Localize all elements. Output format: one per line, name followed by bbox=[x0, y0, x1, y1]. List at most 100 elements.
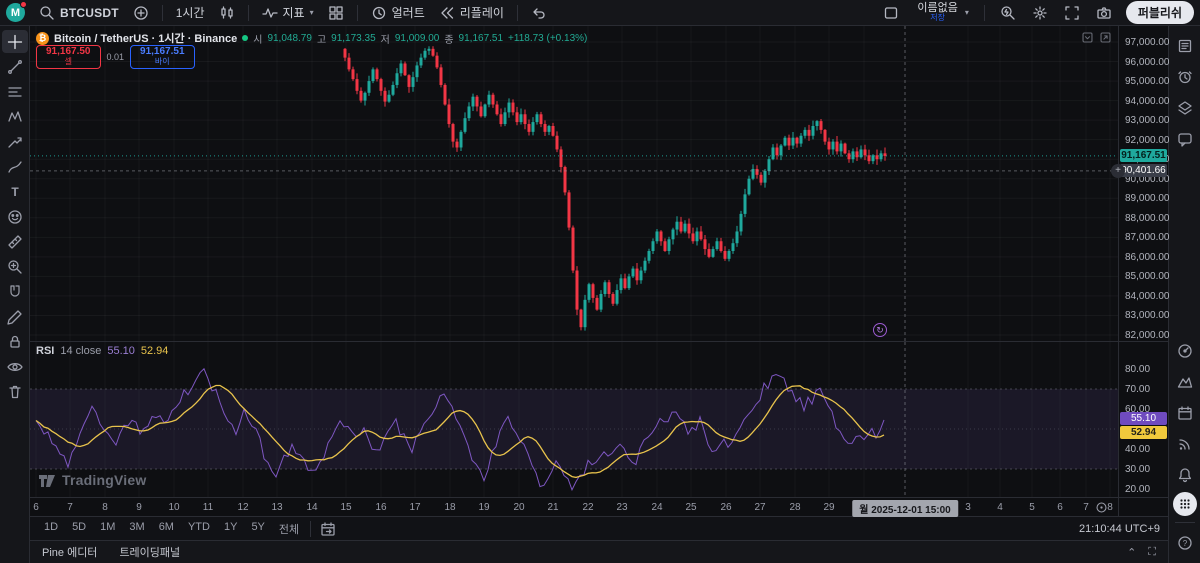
range-button-5d[interactable]: 5D bbox=[66, 519, 92, 539]
tool-ruler[interactable] bbox=[2, 230, 28, 253]
price-pane[interactable]: ₿ Bitcoin / TetherUS · 1시간 · Binance 시91… bbox=[30, 26, 1118, 341]
sidebar-object-tree-button[interactable] bbox=[1171, 94, 1199, 122]
time-tick: 8 bbox=[1107, 502, 1113, 513]
tool-pencil[interactable] bbox=[2, 305, 28, 328]
brush-icon bbox=[7, 159, 23, 175]
sidebar-chat-button[interactable] bbox=[1171, 125, 1199, 153]
range-button-1d[interactable]: 1D bbox=[38, 519, 64, 539]
chart-canvas[interactable] bbox=[30, 342, 1118, 498]
tab-trading-panel[interactable]: 트레이딩패널 bbox=[119, 544, 180, 560]
sidebar-gauge-button[interactable] bbox=[1171, 337, 1199, 365]
search-icon bbox=[39, 5, 55, 21]
time-tick: 27 bbox=[754, 502, 765, 513]
tool-zoom-in[interactable] bbox=[2, 255, 28, 278]
tool-trend-line[interactable] bbox=[2, 55, 28, 78]
tool-trash[interactable] bbox=[2, 380, 28, 403]
divider bbox=[248, 5, 249, 21]
range-button-1m[interactable]: 1M bbox=[94, 519, 121, 539]
compare-add-button[interactable] bbox=[127, 3, 155, 23]
sidebar-apps-grid-button[interactable] bbox=[1173, 492, 1197, 516]
price-tick: 85,000.00 bbox=[1125, 271, 1170, 282]
tool-brush[interactable] bbox=[2, 155, 28, 178]
tool-eye[interactable] bbox=[2, 355, 28, 378]
rsi-scale[interactable]: 80.0070.0060.0040.0030.0020.0055.1052.94 bbox=[1119, 341, 1168, 497]
range-button-ytd[interactable]: YTD bbox=[182, 519, 216, 539]
text-icon: T bbox=[7, 184, 23, 200]
price-tick: 93,000.00 bbox=[1125, 115, 1170, 126]
sidebar-help-button[interactable]: ? bbox=[1171, 529, 1199, 557]
quick-search-button[interactable] bbox=[994, 3, 1022, 23]
panel-maximize-icon[interactable]: ⛶ bbox=[1148, 546, 1156, 559]
layout-templates-button[interactable] bbox=[322, 3, 350, 23]
tool-forecast[interactable] bbox=[2, 130, 28, 153]
tool-xabcd-pattern[interactable] bbox=[2, 105, 28, 128]
price-tick: 82,000.00 bbox=[1125, 330, 1170, 341]
undo-button[interactable] bbox=[525, 3, 553, 23]
tool-magnet[interactable] bbox=[2, 280, 28, 303]
range-button-6m[interactable]: 6M bbox=[153, 519, 180, 539]
layout-square-icon bbox=[883, 5, 899, 21]
layout-name-button[interactable]: 이름없음 저장 ▾ bbox=[909, 1, 975, 25]
tool-lock[interactable] bbox=[2, 330, 28, 353]
magnet-icon bbox=[7, 284, 23, 300]
indicators-button[interactable]: 지표 ▾ bbox=[256, 2, 320, 23]
tab-pine-editor[interactable]: Pine 에디터 bbox=[42, 544, 97, 560]
sidebar-watchlist-button[interactable] bbox=[1171, 32, 1199, 60]
ruler-icon bbox=[7, 234, 23, 250]
symbol-search-button[interactable]: BTCUSDT bbox=[33, 3, 125, 23]
buy-button[interactable]: 91,167.51 바이 bbox=[130, 45, 195, 69]
save-hint-label[interactable]: 저장 bbox=[930, 13, 945, 23]
fullscreen-button[interactable] bbox=[1058, 3, 1086, 23]
time-axis[interactable]: 6789101112131415161718192021222324252627… bbox=[30, 497, 1118, 517]
tool-emoji[interactable] bbox=[2, 205, 28, 228]
apps-grid-icon bbox=[1177, 496, 1193, 512]
time-tick: 9 bbox=[136, 502, 142, 513]
replay-button[interactable]: 리플레이 bbox=[433, 2, 510, 23]
rsi-pane[interactable]: RSI 14 close 55.10 52.94 TradingView bbox=[30, 341, 1118, 497]
event-marker[interactable]: ↻ bbox=[873, 323, 887, 337]
price-tick: 86,000.00 bbox=[1125, 252, 1170, 263]
range-button-5y[interactable]: 5Y bbox=[245, 519, 270, 539]
pane-maximize-button[interactable] bbox=[1099, 31, 1112, 44]
chart-canvas[interactable] bbox=[30, 26, 1118, 341]
chart-legend[interactable]: ₿ Bitcoin / TetherUS · 1시간 · Binance 시91… bbox=[36, 30, 587, 46]
sidebar-ideas-mountain-button[interactable] bbox=[1171, 368, 1199, 396]
low-label: 저 bbox=[381, 31, 390, 46]
settings-gear-button[interactable] bbox=[1026, 3, 1054, 23]
chart-type-button[interactable] bbox=[213, 3, 241, 23]
tool-fib-retracement[interactable] bbox=[2, 80, 28, 103]
sidebar-calendar-button[interactable] bbox=[1171, 399, 1199, 427]
range-button-1y[interactable]: 1Y bbox=[218, 519, 243, 539]
range-button-전체[interactable]: 전체 bbox=[273, 519, 305, 539]
interval-label: 1시간 bbox=[176, 4, 205, 21]
pane-collapse-button[interactable] bbox=[1081, 31, 1094, 44]
symbol-label: BTCUSDT bbox=[60, 6, 119, 20]
publish-button[interactable]: 퍼블리쉬 bbox=[1126, 1, 1194, 24]
sidebar-news-rss-button[interactable] bbox=[1171, 430, 1199, 458]
sell-button[interactable]: 91,167.50 셀 bbox=[36, 45, 101, 69]
price-scale[interactable]: 97,000.0096,000.0095,000.0094,000.0093,0… bbox=[1119, 26, 1168, 341]
time-tick: 4 bbox=[997, 502, 1003, 513]
tool-text[interactable]: T bbox=[2, 180, 28, 203]
avatar-letter: M bbox=[11, 7, 20, 19]
watchlist-icon bbox=[1177, 38, 1193, 54]
high-label: 고 bbox=[317, 31, 326, 46]
scroll-to-realtime-button[interactable] bbox=[1095, 501, 1108, 514]
user-avatar[interactable]: M bbox=[6, 3, 25, 22]
clock[interactable]: 21:10:44 UTC+9 bbox=[1079, 523, 1160, 535]
low-value: 91,009.00 bbox=[395, 33, 440, 44]
goto-date-button[interactable] bbox=[320, 521, 336, 537]
layout-square-icon[interactable] bbox=[877, 3, 905, 23]
time-tick: 15 bbox=[340, 502, 351, 513]
trash-icon bbox=[7, 384, 23, 400]
snapshot-camera-button[interactable] bbox=[1090, 3, 1118, 23]
sidebar-alarm-clock-button[interactable] bbox=[1171, 63, 1199, 91]
panel-expand-chevron-icon[interactable]: ⌃ bbox=[1127, 546, 1136, 559]
add-alert-plus-button[interactable]: + bbox=[1111, 164, 1125, 178]
alert-button[interactable]: 얼러트 bbox=[365, 2, 431, 23]
tool-crosshair[interactable] bbox=[2, 30, 28, 53]
range-button-3m[interactable]: 3M bbox=[123, 519, 150, 539]
sidebar-notifications-bell-button[interactable] bbox=[1171, 461, 1199, 489]
rsi-legend[interactable]: RSI 14 close 55.10 52.94 bbox=[36, 345, 168, 357]
interval-button[interactable]: 1시간 bbox=[170, 2, 211, 23]
